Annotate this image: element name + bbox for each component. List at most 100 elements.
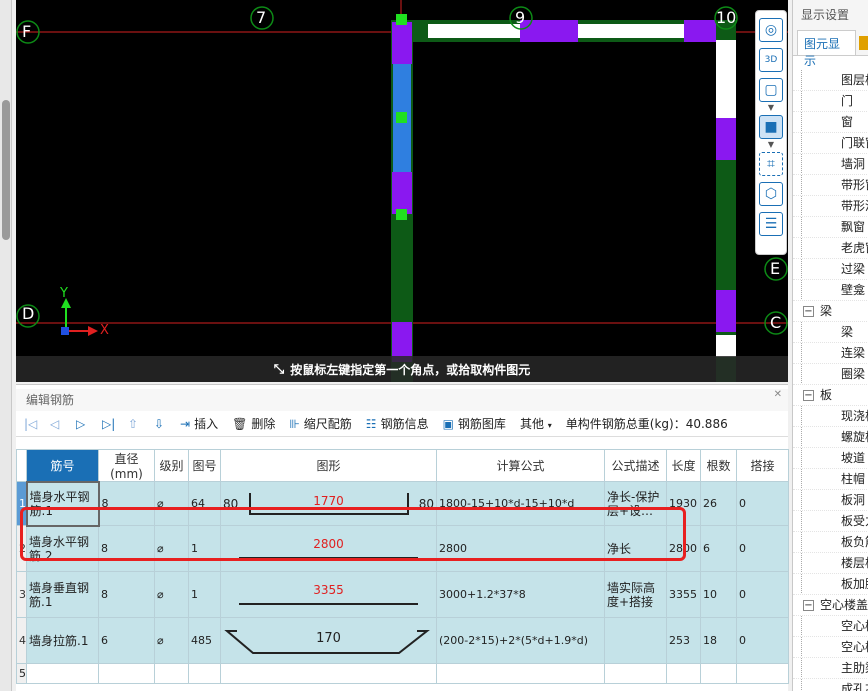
tree-item[interactable]: 板加腋	[793, 574, 868, 595]
lap-cell[interactable]: 0	[736, 571, 789, 618]
tree-item[interactable]: 坡道	[793, 448, 868, 469]
empty-cell[interactable]	[26, 663, 99, 684]
grade-cell[interactable]: ⌀	[154, 571, 189, 618]
row-number[interactable]: 2	[16, 525, 27, 572]
tree-item[interactable]: 板受力	[793, 511, 868, 532]
formula-cell[interactable]: (200-2*15)+2*(5*d+1.9*d)	[436, 617, 605, 664]
header-figure-no[interactable]: 图号	[188, 449, 221, 482]
tree-item[interactable]: − 梁	[793, 301, 868, 322]
row-number[interactable]: 3	[16, 571, 27, 618]
tree-item[interactable]: 老虎窗	[793, 238, 868, 259]
lap-cell[interactable]: 0	[736, 617, 789, 664]
table-row[interactable]: 4 墙身拉筋.1 6 ⌀ 485 170 (200-2*15)+2*(5*d+1.9*d) 2…	[16, 617, 789, 664]
select-area-icon[interactable]: ⌗	[759, 152, 783, 176]
table-row[interactable]: 2 墙身水平钢筋.2 8 ⌀ 1 2800 2800 净长 2800 6 0	[16, 525, 789, 572]
empty-cell[interactable]	[220, 663, 437, 684]
diameter-cell[interactable]: 8	[98, 525, 155, 572]
row-number[interactable]: 5	[16, 663, 27, 684]
tree-item[interactable]: 螺旋板	[793, 427, 868, 448]
tree-item[interactable]: 圈梁	[793, 364, 868, 385]
tree-item[interactable]: 带形洞	[793, 196, 868, 217]
rebar-name-cell[interactable]: 墙身水平钢筋.1	[25, 480, 100, 527]
prev-record-icon[interactable]: ◁	[50, 417, 76, 431]
tree-item[interactable]: 壁龛	[793, 280, 868, 301]
collapse-icon[interactable]: −	[803, 306, 814, 317]
figure-no-cell[interactable]: 1	[188, 571, 221, 618]
tree-item[interactable]: 板洞	[793, 490, 868, 511]
collapse-icon[interactable]: −	[803, 390, 814, 401]
figure-no-cell[interactable]: 64	[188, 481, 221, 526]
cube-filter-icon[interactable]: ⬡	[759, 182, 783, 206]
first-record-icon[interactable]: |◁	[24, 417, 50, 431]
header-diameter[interactable]: 直径(mm)	[98, 449, 155, 482]
tree-item[interactable]: 成孔芯	[793, 679, 868, 691]
length-cell[interactable]: 2800	[666, 525, 701, 572]
shape-cell[interactable]: 170	[220, 617, 437, 664]
collapse-icon[interactable]: −	[803, 600, 814, 611]
empty-cell[interactable]	[700, 663, 737, 684]
scale-rebar-button[interactable]: ⊪ 缩尺配筋	[289, 415, 351, 432]
rebar-library-button[interactable]: ▣ 钢筋图库	[443, 415, 506, 432]
tree-item[interactable]: 过梁	[793, 259, 868, 280]
orbit-icon[interactable]: ◎	[759, 18, 783, 42]
empty-cell[interactable]	[604, 663, 667, 684]
diameter-cell[interactable]: 8	[98, 571, 155, 618]
tree-item[interactable]: 梁	[793, 322, 868, 343]
shape-cell[interactable]: 80 1770 80	[220, 481, 437, 526]
close-icon[interactable]: ✕	[774, 389, 782, 400]
tree-item[interactable]: − 板	[793, 385, 868, 406]
row-number[interactable]: 4	[16, 617, 27, 664]
rebar-name-cell[interactable]: 墙身水平钢筋.2	[26, 525, 99, 572]
header-grade[interactable]: 级别	[154, 449, 189, 482]
tree-item[interactable]: 现浇板	[793, 406, 868, 427]
tree-item[interactable]: 楼层板	[793, 553, 868, 574]
tree-item[interactable]: 带形窗	[793, 175, 868, 196]
shape-cell[interactable]: 3355	[220, 571, 437, 618]
empty-cell[interactable]	[154, 663, 189, 684]
header-rebar-no[interactable]: 筋号	[26, 449, 99, 482]
diameter-cell[interactable]: 8	[98, 481, 155, 526]
empty-cell[interactable]	[188, 663, 221, 684]
length-cell[interactable]: 1930	[666, 481, 701, 526]
formula-desc-cell[interactable]: 墙实际高度+搭接	[604, 571, 667, 618]
header-lap[interactable]: 搭接	[736, 449, 789, 482]
tree-item[interactable]: 空心楼	[793, 637, 868, 658]
formula-cell[interactable]: 1800-15+10*d-15+10*d	[436, 481, 605, 526]
tree-item[interactable]: 空心楼	[793, 616, 868, 637]
3d-view-icon[interactable]: 3D	[759, 48, 783, 72]
tree-item[interactable]: 飘窗	[793, 217, 868, 238]
lap-cell[interactable]: 0	[736, 525, 789, 572]
tab-secondary[interactable]	[858, 36, 868, 50]
chevron-down-icon[interactable]: ▼	[768, 103, 774, 112]
diameter-cell[interactable]: 6	[98, 617, 155, 664]
header-formula-desc[interactable]: 公式描述	[604, 449, 667, 482]
grade-cell[interactable]: ⌀	[154, 481, 189, 526]
tree-item[interactable]: 连梁	[793, 343, 868, 364]
tree-item[interactable]: 板负筋	[793, 532, 868, 553]
header-count[interactable]: 根数	[700, 449, 737, 482]
tree-item[interactable]: 窗	[793, 112, 868, 133]
formula-desc-cell[interactable]	[604, 617, 667, 664]
box-view-icon[interactable]: ▢	[759, 78, 783, 102]
tree-item[interactable]: 柱帽	[793, 469, 868, 490]
empty-cell[interactable]	[98, 663, 155, 684]
formula-desc-cell[interactable]: 净长	[604, 525, 667, 572]
delete-button[interactable]: 🗑 删除	[232, 415, 275, 432]
next-record-icon[interactable]: ▷	[76, 417, 102, 431]
table-row-empty[interactable]: 5	[16, 663, 789, 684]
tab-element-display[interactable]: 图元显示	[797, 30, 856, 68]
lap-cell[interactable]: 0	[736, 481, 789, 526]
formula-desc-cell[interactable]: 净长-保护层+设…	[604, 481, 667, 526]
properties-icon[interactable]: ☰	[759, 212, 783, 236]
formula-cell[interactable]: 3000+1.2*37*8	[436, 571, 605, 618]
table-row[interactable]: 3 墙身垂直钢筋.1 8 ⌀ 1 3355 3000+1.2*37*8 墙实际高度+搭接 335…	[16, 571, 789, 618]
move-down-icon[interactable]: ⇩	[154, 417, 180, 431]
other-dropdown[interactable]: 其他 ▾	[520, 415, 552, 432]
length-cell[interactable]: 253	[666, 617, 701, 664]
grade-cell[interactable]: ⌀	[154, 617, 189, 664]
left-scrollbar-thumb[interactable]	[2, 100, 10, 240]
count-cell[interactable]: 6	[700, 525, 737, 572]
chevron-down-icon[interactable]: ▼	[768, 140, 774, 149]
solid-view-icon[interactable]: ■	[759, 115, 783, 139]
rebar-info-button[interactable]: ☷ 钢筋信息	[366, 415, 429, 432]
